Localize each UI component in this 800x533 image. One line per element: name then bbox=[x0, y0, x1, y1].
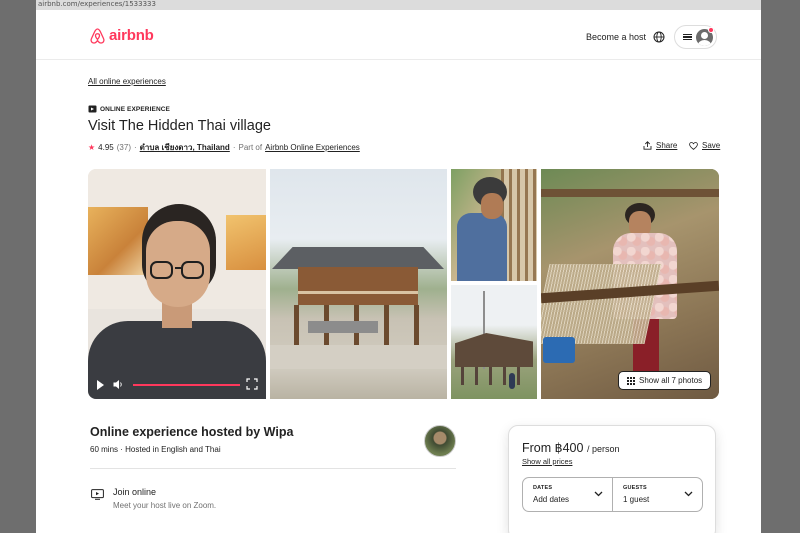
show-all-photos-button[interactable]: Show all 7 photos bbox=[618, 371, 712, 390]
menu-icon bbox=[683, 33, 692, 41]
globe-icon[interactable] bbox=[653, 31, 665, 43]
play-icon[interactable] bbox=[97, 380, 104, 390]
divider bbox=[90, 468, 456, 469]
dates-selector[interactable]: DATES Add dates bbox=[523, 478, 612, 511]
browser-url-text: airbnb.com/experiences/1533333 bbox=[38, 0, 156, 8]
chevron-down-icon bbox=[594, 491, 603, 497]
location-link[interactable]: ตำบล เชียงดาว, Thailand bbox=[140, 141, 230, 154]
video-camera-icon bbox=[88, 105, 97, 113]
part-of-label: Part of bbox=[238, 143, 263, 152]
share-label: Share bbox=[656, 141, 678, 150]
save-label: Save bbox=[702, 141, 721, 150]
guests-selector[interactable]: GUESTS 1 guest bbox=[612, 478, 702, 511]
host-heading: Online experience hosted by Wipa bbox=[90, 425, 294, 439]
listing-meta: ★ 4.95 (37) · ตำบล เชียงดาว, Thailand · … bbox=[88, 141, 360, 154]
become-host-link[interactable]: Become a host bbox=[586, 32, 646, 42]
grid-icon bbox=[627, 376, 635, 385]
star-icon: ★ bbox=[88, 143, 96, 152]
share-button[interactable]: Share bbox=[643, 141, 677, 150]
photo-village-house[interactable] bbox=[270, 169, 447, 399]
show-all-label: Show all 7 photos bbox=[639, 376, 703, 385]
host-avatar[interactable] bbox=[424, 425, 456, 457]
page: airbnb Become a host All online experien… bbox=[36, 10, 761, 533]
photo-gallery bbox=[88, 169, 719, 399]
fullscreen-icon[interactable] bbox=[246, 378, 258, 390]
profile-menu-button[interactable] bbox=[674, 25, 717, 49]
save-button[interactable]: Save bbox=[689, 141, 720, 150]
review-count[interactable]: (37) bbox=[117, 143, 131, 152]
show-all-prices-link[interactable]: Show all prices bbox=[522, 457, 572, 466]
browser-strip: airbnb.com/experiences/1533333 bbox=[36, 0, 761, 10]
screen-video-icon bbox=[91, 489, 104, 500]
top-nav: airbnb Become a host bbox=[36, 10, 761, 60]
meta-separator: · bbox=[133, 143, 137, 152]
price-value: From ฿400 bbox=[522, 441, 584, 455]
video-progress-bar[interactable] bbox=[133, 384, 241, 386]
booking-card: From ฿400 / person Show all prices DATES… bbox=[508, 425, 716, 533]
video-controls bbox=[88, 372, 266, 399]
online-experience-badge: ONLINE EXPERIENCE bbox=[88, 105, 170, 113]
price-unit: / person bbox=[586, 444, 620, 454]
heart-icon bbox=[689, 141, 698, 150]
meta-separator: · bbox=[232, 143, 236, 152]
photo-weaver[interactable] bbox=[451, 169, 537, 281]
photo-stilt-house[interactable] bbox=[451, 285, 537, 399]
page-title: Visit The Hidden Thai village bbox=[88, 118, 271, 134]
chevron-down-icon bbox=[684, 491, 693, 497]
logo-text: airbnb bbox=[109, 27, 154, 44]
rating-value: 4.95 bbox=[98, 143, 114, 152]
badge-text: ONLINE EXPERIENCE bbox=[100, 105, 170, 113]
volume-icon[interactable] bbox=[113, 379, 123, 390]
price-line: From ฿400 / person bbox=[522, 440, 619, 455]
notification-dot bbox=[708, 27, 714, 33]
airbnb-online-experiences-link[interactable]: Airbnb Online Experiences bbox=[265, 143, 360, 152]
share-icon bbox=[643, 141, 652, 150]
join-online-description: Meet your host live on Zoom. bbox=[113, 501, 217, 510]
airbnb-logo[interactable]: airbnb bbox=[90, 27, 154, 44]
host-details: 60 mins · Hosted in English and Thai bbox=[90, 445, 221, 454]
host-video[interactable] bbox=[88, 169, 266, 399]
join-online-title: Join online bbox=[113, 487, 157, 497]
date-guest-picker: DATES Add dates GUESTS 1 guest bbox=[522, 477, 703, 512]
photo-loom-weaving[interactable] bbox=[541, 169, 719, 399]
airbnb-logo-icon bbox=[90, 27, 105, 44]
all-online-experiences-link[interactable]: All online experiences bbox=[88, 77, 166, 86]
